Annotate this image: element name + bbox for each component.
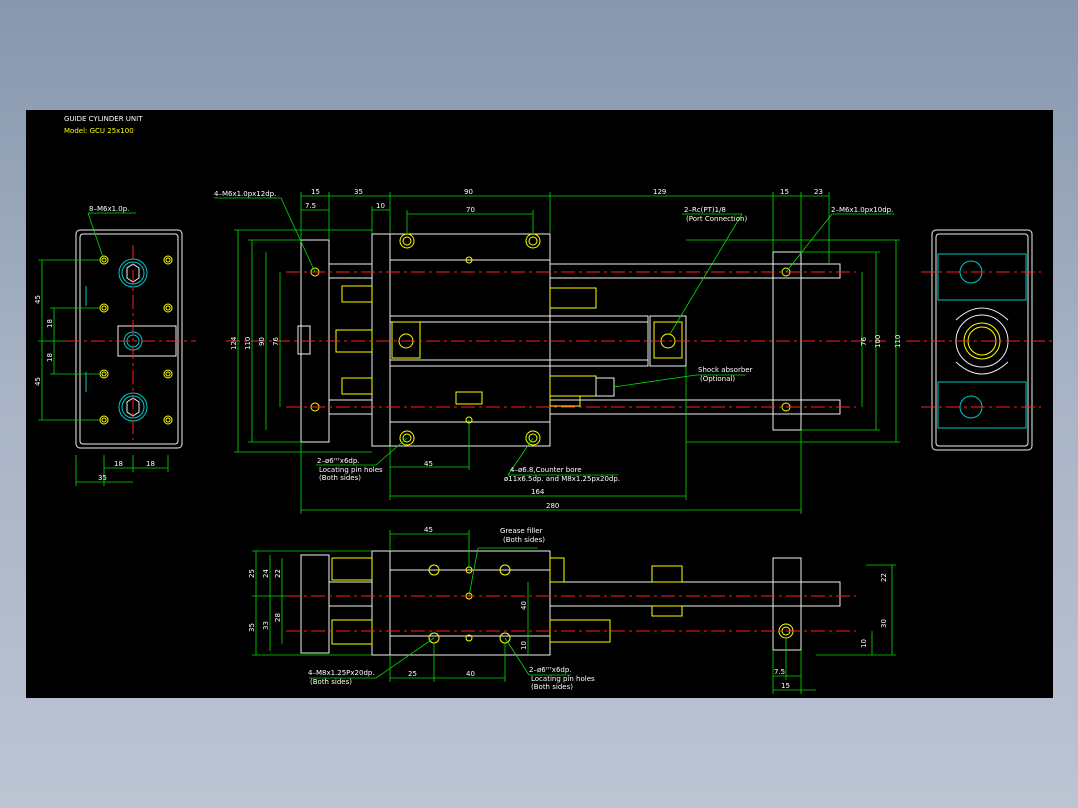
top-dim-10: 10 xyxy=(376,202,385,210)
top-callout-cbore: 4–ø6.8,Counter bore xyxy=(510,466,582,474)
front-dim-10-mid: 10 xyxy=(520,641,528,650)
left-end-view: 8–M6x1.0p. 45 18 18 45 18 18 35 xyxy=(34,205,196,486)
top-callout-pin-sub2: (Both sides) xyxy=(319,474,361,482)
left-view-dim-18c: 18 xyxy=(114,460,123,468)
top-callout-pin-sub1: Locating pin holes xyxy=(319,466,383,474)
front-callout-pin: 2–ø6ᴴ⁷x6dp. xyxy=(529,666,572,674)
top-dim-23: 23 xyxy=(814,188,823,196)
top-dim-90-left: 90 xyxy=(258,337,266,346)
left-view-thread-callout: 8–M6x1.0p. xyxy=(89,205,129,213)
top-dim-110-right: 110 xyxy=(894,335,902,348)
front-callout-grease-sub: (Both sides) xyxy=(503,536,545,544)
left-view-dim-18a: 18 xyxy=(46,319,54,328)
top-dim-45: 45 xyxy=(424,460,433,468)
top-dim-280: 280 xyxy=(546,502,559,510)
front-dim-15-bottom: 15 xyxy=(781,682,790,690)
top-dim-76-right: 76 xyxy=(860,337,868,346)
left-view-dim-18d: 18 xyxy=(146,460,155,468)
front-dim-24: 24 xyxy=(262,569,270,578)
front-dim-33: 33 xyxy=(262,621,270,630)
top-callout-shock-sub: (Optional) xyxy=(700,375,735,383)
top-dim-129: 129 xyxy=(653,188,666,196)
top-callout-rc: 2–Rc(PT)1/8 xyxy=(684,206,726,214)
left-view-dim-45b: 45 xyxy=(34,377,42,386)
top-dim-76-left: 76 xyxy=(272,337,280,346)
front-dim-35: 35 xyxy=(248,623,256,632)
drawing-model: Model: GCU 25x100 xyxy=(64,127,134,135)
front-callout-m8: 4–M8x1.25Px20dp. xyxy=(308,669,375,677)
front-dim-30-right: 30 xyxy=(880,619,888,628)
drawing-title: GUIDE CYLINDER UNIT xyxy=(64,115,143,123)
left-view-dim-18b: 18 xyxy=(46,353,54,362)
top-dim-110-left: 110 xyxy=(244,337,252,350)
front-dim-7-5-bottom: 7.5 xyxy=(774,668,785,676)
front-side-view: 45 Grease filler (Both sides) 25 35 24 2… xyxy=(248,526,896,694)
top-dim-100-right: 100 xyxy=(874,335,882,348)
top-dim-124: 124 xyxy=(230,336,238,350)
top-dim-15b: 15 xyxy=(780,188,789,196)
front-dim-28: 28 xyxy=(274,613,282,622)
front-callout-pin-sub1: Locating pin holes xyxy=(531,675,595,683)
top-plan-view: 15 35 90 129 15 23 7.5 10 70 4–M6x1.0px1… xyxy=(214,188,902,514)
top-dim-164: 164 xyxy=(531,488,545,496)
front-callout-pin-sub2: (Both sides) xyxy=(531,683,573,691)
top-callout-m6x10: 2–M6x1.0px10dp. xyxy=(831,206,893,214)
top-dim-70: 70 xyxy=(466,206,475,214)
top-dim-7-5: 7.5 xyxy=(305,202,316,210)
right-end-view xyxy=(906,229,1053,451)
front-dim-22-right: 22 xyxy=(880,573,888,582)
cad-drawing-canvas[interactable]: GUIDE CYLINDER UNIT Model: GCU 25x100 8–… xyxy=(26,110,1053,698)
front-dim-25: 25 xyxy=(248,569,256,578)
top-dim-35: 35 xyxy=(354,188,363,196)
front-dim-22: 22 xyxy=(274,569,282,578)
top-dim-15a: 15 xyxy=(311,188,320,196)
front-dim-45: 45 xyxy=(424,526,433,534)
front-dim-40-bottom: 40 xyxy=(466,670,475,678)
top-callout-cbore-sub: ø11x6.5dp. and M8x1.25px20dp. xyxy=(504,475,620,483)
front-callout-m8-sub: (Both sides) xyxy=(310,678,352,686)
top-callout-m6x12: 4–M6x1.0px12dp. xyxy=(214,190,276,198)
left-view-dim-35: 35 xyxy=(98,474,107,482)
front-dim-25-bottom: 25 xyxy=(408,670,417,678)
drawing-svg: GUIDE CYLINDER UNIT Model: GCU 25x100 8–… xyxy=(34,115,1053,694)
top-callout-shock: Shock absorber xyxy=(698,366,753,374)
top-callout-rc-sub: (Port Connection) xyxy=(686,215,747,223)
front-callout-grease: Grease filler xyxy=(500,527,543,535)
top-callout-pin: 2–ø6ᴴ⁷x6dp. xyxy=(317,457,360,465)
front-dim-10-right: 10 xyxy=(860,639,868,648)
front-dim-40-mid: 40 xyxy=(520,601,528,610)
top-dim-90: 90 xyxy=(464,188,473,196)
left-view-dim-45a: 45 xyxy=(34,295,42,304)
